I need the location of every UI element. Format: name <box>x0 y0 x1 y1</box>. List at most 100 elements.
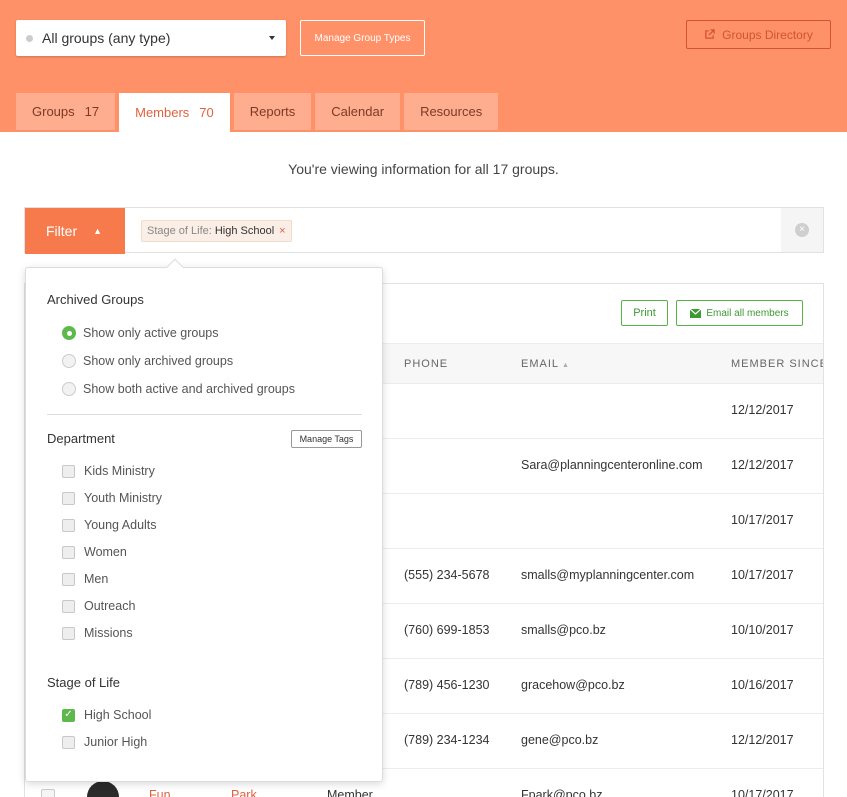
stage-of-life-title: Stage of Life <box>47 675 120 690</box>
cell-email: Sara@planningcenteronline.com <box>521 458 703 472</box>
manage-group-types-button[interactable]: Manage Group Types <box>300 20 425 56</box>
radio-icon <box>62 354 76 368</box>
cell-phone: (555) 234-5678 <box>404 568 490 582</box>
caret-down-icon <box>269 36 275 40</box>
radio-label: Show both active and archived groups <box>83 382 295 396</box>
tab-resources[interactable]: Resources <box>404 93 499 130</box>
tab-members[interactable]: Members 70 <box>119 93 230 132</box>
tab-label: Reports <box>249 104 296 119</box>
filter-button[interactable]: Filter ▲ <box>25 208 125 254</box>
filter-bar: Filter ▲ Stage of Life: High School × × <box>24 207 824 254</box>
cell-role: Member <box>327 788 373 797</box>
checkbox-icon <box>62 599 75 613</box>
checkmark-icon: ✓ <box>62 708 75 722</box>
cell-member-since: 10/17/2017 <box>731 788 794 797</box>
tab-count: 17 <box>84 104 100 119</box>
sort-asc-icon: ▲ <box>562 362 570 369</box>
checkbox-junior-high[interactable]: Junior High <box>62 734 147 750</box>
checkbox-label: Youth Ministry <box>84 491 163 505</box>
chip-key: Stage of Life: <box>147 225 212 237</box>
department-title: Department <box>47 431 115 446</box>
checkbox-icon <box>62 518 75 532</box>
checkbox-kids-ministry[interactable]: Kids Ministry <box>62 463 155 479</box>
filter-chip-stage-of-life: Stage of Life: High School × <box>141 220 292 242</box>
checkbox-label: Junior High <box>84 735 148 749</box>
cell-phone: (760) 699-1853 <box>404 623 490 637</box>
checkbox-high-school[interactable]: ✓ High School <box>62 707 151 723</box>
tab-calendar[interactable]: Calendar <box>315 93 401 130</box>
chip-value: High School <box>214 225 275 237</box>
checkbox-label: Outreach <box>84 599 136 613</box>
radio-show-both[interactable]: Show both active and archived groups <box>62 381 295 397</box>
manage-tags-button[interactable]: Manage Tags <box>291 430 362 448</box>
cell-member-since: 10/17/2017 <box>731 568 794 582</box>
external-link-icon <box>705 29 715 39</box>
radio-label: Show only archived groups <box>83 354 234 368</box>
checkbox-label: High School <box>84 708 152 722</box>
group-type-select[interactable]: All groups (any type) <box>16 20 286 56</box>
checkbox-youth-ministry[interactable]: Youth Ministry <box>62 490 162 506</box>
checkbox-women[interactable]: Women <box>62 544 127 560</box>
row-checkbox[interactable] <box>41 789 55 797</box>
checkbox-missions[interactable]: Missions <box>62 625 133 641</box>
divider <box>47 414 362 415</box>
radio-selected-icon <box>62 326 76 340</box>
cell-email: Fpark@pco.bz <box>521 788 603 797</box>
checkbox-label: Men <box>84 572 109 586</box>
filter-label: Filter <box>46 223 78 239</box>
radio-icon <box>62 382 76 396</box>
cell-last-name[interactable]: Park <box>231 788 257 797</box>
tab-count: 70 <box>199 105 214 120</box>
checkbox-icon <box>62 735 75 749</box>
groups-directory-button[interactable]: Groups Directory <box>686 20 831 49</box>
cell-email: smalls@myplanningcenter.com <box>521 568 695 582</box>
main-tabs: Groups 17 Members 70 Reports Calendar Re… <box>16 93 502 132</box>
checkbox-label: Young Adults <box>84 518 157 532</box>
checkbox-outreach[interactable]: Outreach <box>62 598 135 614</box>
checkbox-young-adults[interactable]: Young Adults <box>62 517 157 533</box>
checkbox-label: Missions <box>84 626 133 640</box>
group-select-value: All groups (any type) <box>42 30 171 46</box>
column-header-member-since[interactable]: MEMBER SINCE <box>731 358 823 370</box>
cell-email: gracehow@pco.bz <box>521 678 625 692</box>
archived-groups-title: Archived Groups <box>47 292 144 307</box>
column-header-email[interactable]: EMAIL ▲ <box>521 358 570 370</box>
status-dot-icon <box>26 34 33 42</box>
envelope-icon <box>690 308 702 318</box>
cell-email: smalls@pco.bz <box>521 623 606 637</box>
avatar <box>87 781 119 797</box>
remove-chip-icon[interactable]: × <box>279 225 285 237</box>
checkbox-icon <box>62 545 75 559</box>
filter-dropdown: Archived Groups Show only active groups … <box>25 258 383 782</box>
column-header-email-label: EMAIL <box>521 358 560 370</box>
email-all-label: Email all members <box>706 307 789 319</box>
tab-label: Calendar <box>331 104 385 119</box>
radio-show-archived[interactable]: Show only archived groups <box>62 353 233 369</box>
tab-reports[interactable]: Reports <box>233 93 312 130</box>
column-header-phone[interactable]: PHONE <box>404 358 448 370</box>
checkbox-icon <box>62 572 75 586</box>
checkbox-label: Women <box>84 545 127 559</box>
groups-directory-label: Groups Directory <box>722 27 813 42</box>
tab-label: Groups <box>32 104 75 119</box>
chevron-up-icon: ▲ <box>93 226 103 236</box>
checkbox-icon <box>62 626 75 640</box>
checkbox-icon <box>62 464 75 478</box>
cell-phone: (789) 456-1230 <box>404 678 490 692</box>
clear-circle-icon: × <box>795 223 809 237</box>
cell-member-since: 10/16/2017 <box>731 678 794 692</box>
clear-filters-button[interactable]: × <box>781 208 823 252</box>
viewing-info-text: You're viewing information for all 17 gr… <box>288 161 559 177</box>
radio-show-active[interactable]: Show only active groups <box>62 325 219 341</box>
print-button[interactable]: Print <box>621 300 668 326</box>
checkbox-men[interactable]: Men <box>62 571 108 587</box>
checkbox-label: Kids Ministry <box>84 464 155 478</box>
tab-label: Members <box>135 105 190 120</box>
cell-first-name[interactable]: Fun <box>149 788 171 797</box>
tab-groups[interactable]: Groups 17 <box>16 93 116 130</box>
cell-phone: (789) 234-1234 <box>404 733 490 747</box>
dropdown-pointer <box>166 258 184 276</box>
cell-member-since: 10/10/2017 <box>731 623 794 637</box>
email-all-members-button[interactable]: Email all members <box>676 300 803 326</box>
tab-label: Resources <box>420 104 483 119</box>
